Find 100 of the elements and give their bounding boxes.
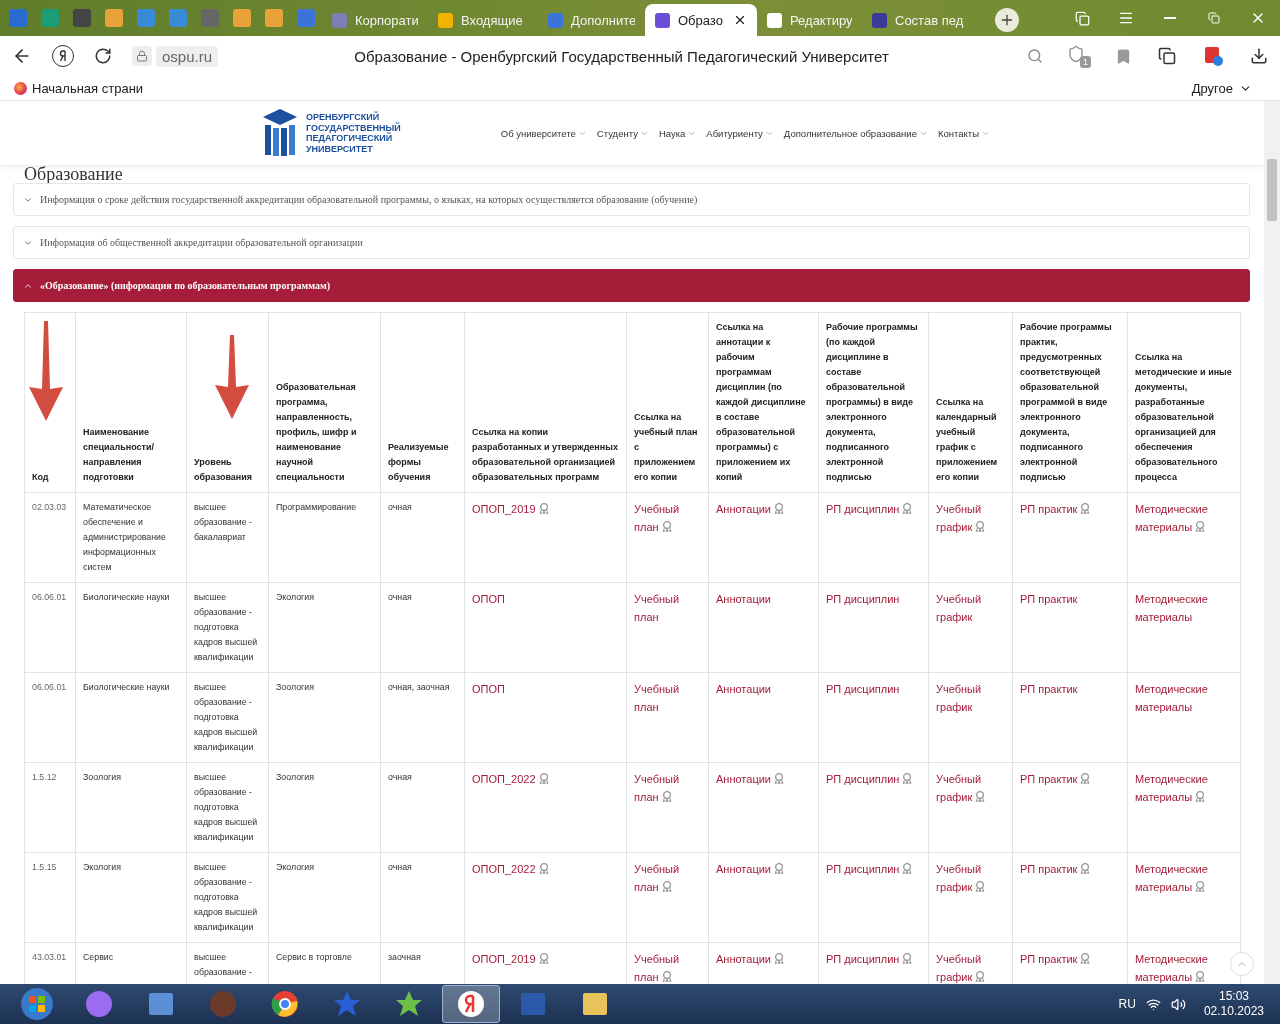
ribbon-icon [661,971,672,982]
ribbon-icon [538,863,549,874]
table-cell: Зоология [276,772,314,782]
accordion-header[interactable]: Информация об общественной аккредитации образовательной организации [13,226,1250,259]
app-icon [394,989,424,1019]
code-cell: 06.06.01 [32,592,67,602]
nav-item[interactable]: Абитуриенту [706,127,774,139]
document-link[interactable]: ОПОП [472,680,505,698]
nav-item[interactable]: Контакты [937,127,990,139]
arrow-icon [29,321,63,421]
collections-button[interactable] [1156,45,1178,67]
ribbon-icon [902,863,913,874]
document-link[interactable]: РП дисциплин [826,680,900,698]
app-icon [332,989,362,1019]
ribbon-icon [1080,503,1091,514]
ribbon-icon [975,521,986,532]
ribbon-icon [538,773,549,784]
code-cell: 1.5.15 [32,862,57,872]
table-cell: Программирование [276,502,357,512]
ribbon-icon [661,881,672,892]
document-link[interactable]: РП практик [1020,500,1091,518]
reload-icon [94,47,112,65]
extension-icon [1202,45,1224,67]
document-link[interactable]: Аннотации [716,500,784,518]
document-link[interactable]: ОПОП_2022 [472,770,549,788]
download-icon [1250,47,1268,65]
table-cell: очная [388,862,412,872]
other-bookmarks[interactable]: Другое [1191,80,1266,96]
new-tab-button[interactable] [995,8,1019,32]
language-indicator[interactable]: RU [1118,997,1136,1011]
document-link[interactable]: РП практик [1020,590,1078,608]
document-link[interactable]: ОПОП_2022 [472,860,549,878]
favicon-icon [14,81,27,95]
logo-icon[interactable] [262,108,298,158]
code-cell: 1.5.12 [32,772,57,782]
document-link[interactable]: РП дисциплин [826,500,913,518]
ribbon-icon [975,881,986,892]
column-header: Образовательная программа, направленность, профиль, шифр и наименование научной специальности [276,382,357,482]
table-cell: высшее образование - подготовка кадров высшей квалификации [194,862,258,932]
ribbon-icon [1080,773,1091,784]
document-link[interactable]: РП дисциплин [826,860,913,878]
browser-tab[interactable]: Корпорати [322,4,428,36]
document-link[interactable]: Аннотации [716,680,771,698]
tabs-icon [1074,10,1090,26]
ribbon-icon [1080,953,1091,964]
menu-icon [1118,10,1134,26]
accordion-header[interactable]: «Образование» (информация по образовательным программам) [13,269,1250,302]
document-link[interactable]: ОПОП [472,590,505,608]
app-icon [208,989,238,1019]
collections-icon [1158,47,1176,65]
document-link[interactable]: РП практик [1020,770,1091,788]
plus-icon [999,12,1015,28]
clock[interactable]: 15:03 02.10.2023 [1195,989,1272,1019]
nav-item[interactable]: Наука [658,127,697,139]
taskbar-app-icon[interactable] [442,985,500,1023]
ribbon-icon [661,521,672,532]
browser-tab[interactable]: Образо [645,4,757,36]
document-link[interactable]: РП дисциплин [826,770,913,788]
table-cell: очная [388,772,412,782]
lock-icon[interactable] [132,46,152,66]
scrollbar-thumb[interactable] [1267,159,1277,221]
table-cell: высшее образование - подготовка кадров высшей квалификации [194,682,258,752]
column-header: Рабочие программы (по каждой дисциплине в составе образовательной программы) в виде электронного документа, подписанного электронной подписью [826,322,918,482]
ribbon-icon [661,791,672,802]
table-cell: высшее образование - [194,952,252,977]
logo-text[interactable]: ОРЕНБУРГСКИЙ ГОСУДАРСТВЕННЫЙ ПЕДАГОГИЧЕСКИЙ УНИВЕРСИТЕТ [306,112,401,154]
document-link[interactable]: Аннотации [716,770,784,788]
ribbon-icon [774,863,784,874]
browser-tab[interactable]: Дополните [538,4,645,36]
document-link[interactable]: РП дисциплин [826,590,900,608]
table-cell: Сервис [83,952,114,962]
nav-item[interactable]: Об университете [500,127,587,139]
ribbon-icon [975,791,986,802]
ribbon-icon [774,953,784,964]
document-link[interactable]: ОПОП_2019 [472,500,549,518]
app-icon [84,989,114,1019]
code-cell: 43.03.01 [32,952,67,962]
table-cell: высшее образование - бакалавриат [194,502,252,542]
network-icon[interactable] [1145,996,1161,1012]
count-badge: 1 [1080,55,1091,68]
table-cell: Экология [276,862,314,872]
nav-item[interactable]: Дополнительное образование [783,127,928,139]
address-field[interactable]: ospu.ru [156,45,219,67]
volume-icon[interactable] [1170,996,1186,1012]
document-link[interactable]: Аннотации [716,860,784,878]
column-header: Ссылка на аннотации к рабочим программам дисциплин (по каждой дисциплине в составе образовательной программы) с приложением их копий [716,322,806,482]
close-icon[interactable] [733,13,747,27]
table-cell: очная [388,502,412,512]
accordion-header[interactable]: Информация о сроке действия государственной аккредитации образовательной программы, о языках, на которых осуществляется образование (обучение) [13,183,1250,216]
document-link[interactable]: РП практик [1020,860,1091,878]
document-link[interactable]: РП практик [1020,680,1078,698]
ribbon-icon [1195,791,1206,802]
browser-tab[interactable]: Входящие [428,4,538,36]
table-cell: Экология [276,592,314,602]
bookmark-item[interactable]: Начальная страни [14,80,144,96]
ribbon-icon [1195,521,1206,532]
document-link[interactable]: Аннотации [716,590,771,608]
ribbon-icon [902,503,913,514]
shield-icon [1067,44,1085,63]
nav-item[interactable]: Студенту [596,127,649,139]
